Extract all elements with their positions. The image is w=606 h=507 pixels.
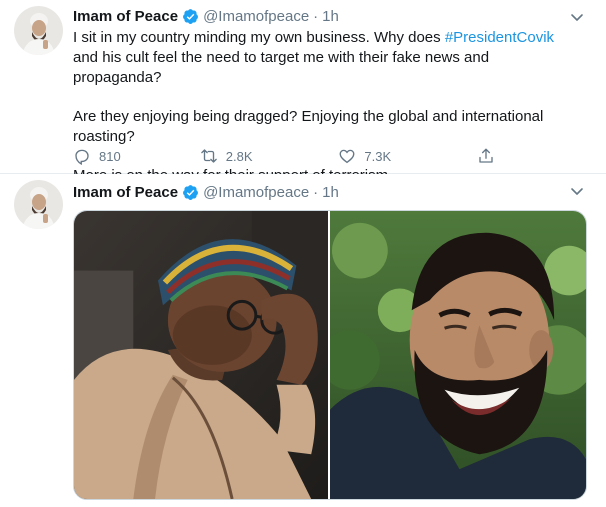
media-grid — [73, 210, 587, 500]
author-handle[interactable]: @Imamofpeace — [203, 8, 309, 25]
separator-dot: · — [313, 183, 319, 201]
avatar[interactable] — [14, 180, 63, 229]
verified-badge-icon — [182, 8, 199, 25]
text-segment: and his cult feel the need to target me … — [73, 49, 490, 86]
like-count: 7.3K — [364, 148, 392, 164]
avatar[interactable] — [14, 6, 63, 55]
reply-icon — [75, 149, 89, 165]
tweet-header: Imam of Peace @Imamofpeace · 1h — [73, 182, 339, 202]
author-name[interactable]: Imam of Peace — [73, 8, 178, 25]
retweet-count: 2.8K — [225, 148, 253, 164]
chevron-down-icon[interactable] — [570, 184, 584, 198]
tweet-header: Imam of Peace @Imamofpeace · 1h — [73, 6, 339, 26]
like-button[interactable]: 7.3K — [338, 147, 477, 165]
tweet[interactable]: Imam of Peace @Imamofpeace · 1h I sit in… — [0, 0, 606, 184]
retweet-icon — [200, 149, 217, 163]
text-segment: I sit in my country minding my own busin… — [73, 29, 445, 46]
heart-icon — [339, 149, 355, 164]
tweet-actions: 810 2.8K 7.3K — [73, 146, 503, 166]
separator-dot: · — [313, 7, 319, 25]
share-button[interactable] — [477, 147, 503, 165]
verified-badge-icon — [182, 184, 199, 201]
retweet-button[interactable]: 2.8K — [200, 147, 339, 165]
photo-man-in-kufi-cap[interactable] — [74, 211, 330, 499]
author-handle[interactable]: @Imamofpeace — [203, 184, 309, 201]
tweet-paragraph: Are they enjoying being dragged? Enjoyin… — [73, 108, 544, 145]
photo-bearded-man-laughing[interactable] — [330, 211, 586, 499]
author-name[interactable]: Imam of Peace — [73, 184, 178, 201]
share-icon — [479, 148, 493, 163]
tweet[interactable]: Imam of Peace @Imamofpeace · 1h — [0, 174, 606, 507]
timestamp[interactable]: 1h — [322, 184, 339, 201]
hashtag-link[interactable]: #PresidentCovik — [445, 29, 554, 46]
reply-button[interactable]: 810 — [73, 147, 200, 165]
timestamp[interactable]: 1h — [322, 8, 339, 25]
reply-count: 810 — [99, 148, 121, 164]
tweet-paragraph: I sit in my country minding my own busin… — [73, 28, 578, 88]
chevron-down-icon[interactable] — [570, 10, 584, 24]
